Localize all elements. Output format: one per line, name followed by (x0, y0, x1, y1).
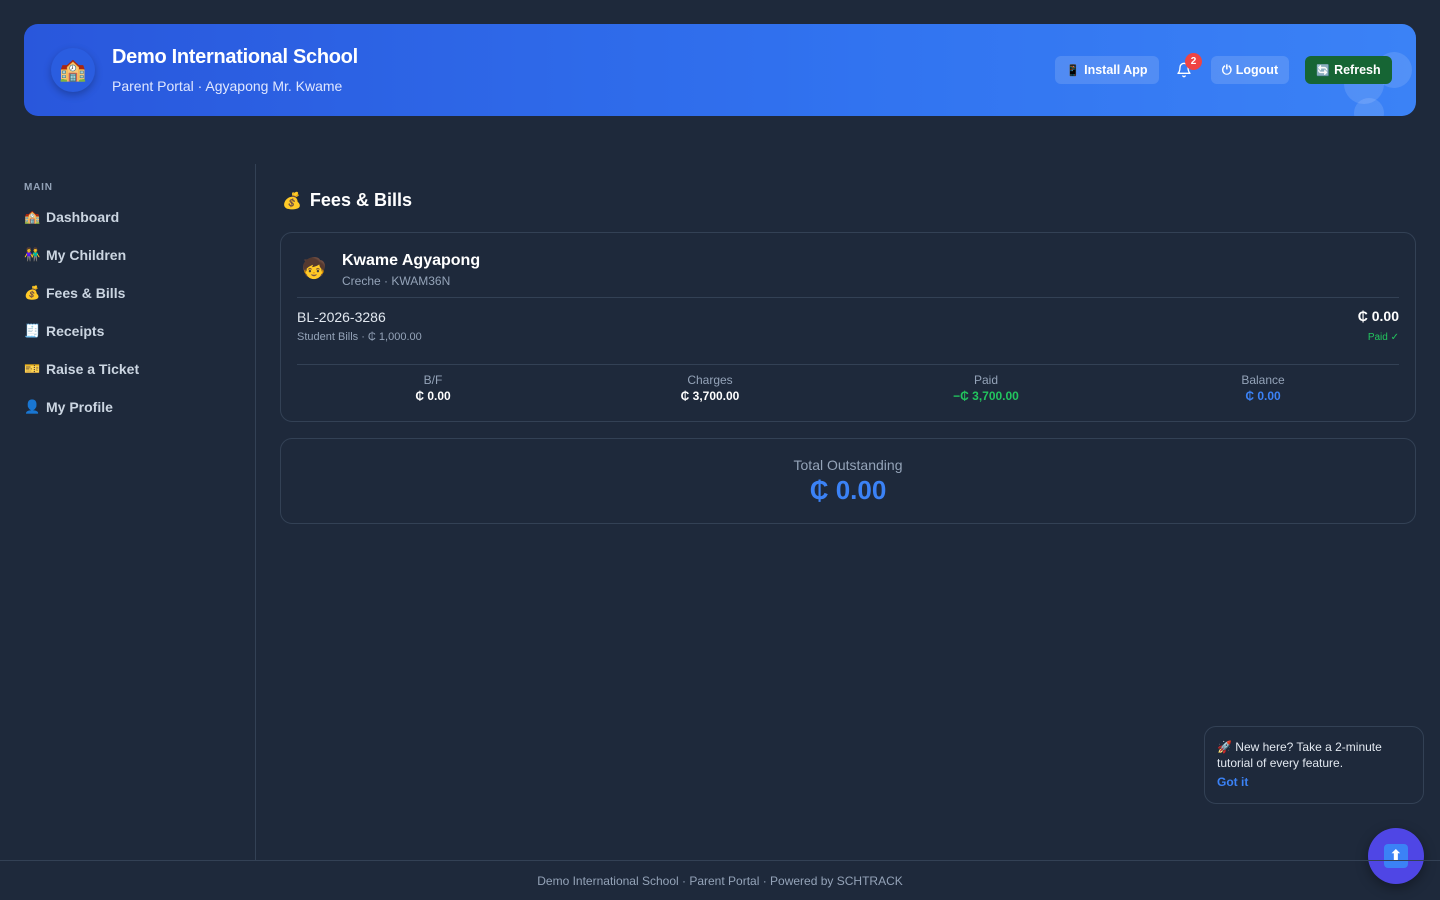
stat-balance: Balance ₵ 0.00 (1125, 373, 1401, 403)
tutorial-toast: 🚀 New here? Take a 2-minute tutorial of … (1204, 726, 1424, 804)
refresh-button[interactable]: 🔄 Refresh (1305, 56, 1392, 84)
got-it-button[interactable]: Got it (1217, 775, 1411, 789)
child-bill-card: 🧒 Kwame Agyapong Creche · KWAM36N BL-202… (280, 232, 1416, 422)
notification-count-badge: 2 (1185, 53, 1202, 70)
divider (297, 364, 1399, 365)
install-app-label: Install App (1084, 63, 1148, 77)
refresh-icon: 🔄 (1316, 64, 1331, 77)
user-icon: 👤 (24, 399, 41, 414)
receipt-icon: 🧾 (24, 323, 41, 338)
sidebar-item-label: Dashboard (46, 209, 120, 225)
school-icon: 🏫 (24, 209, 41, 224)
page-title: 💰 Fees & Bills (282, 190, 412, 211)
stat-bf: B/F ₵ 0.00 (295, 373, 571, 403)
money-bag-icon: 💰 (24, 285, 41, 300)
child-avatar: 🧒 (301, 257, 327, 280)
money-bag-icon: 💰 (282, 192, 302, 210)
total-outstanding-label: Total Outstanding (793, 457, 903, 473)
install-app-button[interactable]: 📱 Install App (1055, 56, 1159, 84)
footer: Demo International School · Parent Porta… (0, 860, 1440, 900)
logout-label: Logout (1235, 63, 1279, 77)
stat-value: −₵ 3,700.00 (953, 389, 1019, 403)
sidebar-item-fees-bills[interactable]: 💰 Fees & Bills (24, 279, 244, 307)
sidebar: MAIN 🏫 Dashboard 👫 My Children 💰 Fees & … (0, 164, 256, 860)
logout-button[interactable]: ⏻ Logout (1211, 56, 1289, 84)
stat-label: Charges (687, 373, 733, 387)
sidebar-item-label: Fees & Bills (46, 285, 126, 301)
stat-charges: Charges ₵ 3,700.00 (572, 373, 848, 403)
child-name: Kwame Agyapong (342, 252, 481, 269)
sidebar-item-raise-ticket[interactable]: 🎫 Raise a Ticket (24, 355, 244, 383)
power-icon: ⏻ (1221, 62, 1232, 77)
divider (297, 297, 1399, 298)
tutorial-toast-text: 🚀 New here? Take a 2-minute tutorial of … (1217, 740, 1382, 770)
page-title-text: Fees & Bills (309, 190, 412, 210)
sidebar-item-label: Receipts (46, 323, 105, 339)
app-header: 🏫 Demo International School Parent Porta… (24, 24, 1416, 116)
school-building-icon: 🏫 (59, 57, 87, 82)
stat-value: ₵ 3,700.00 (680, 389, 740, 403)
school-logo: 🏫 (51, 48, 95, 92)
sidebar-item-my-profile[interactable]: 👤 My Profile (24, 393, 244, 421)
bill-status-badge: Paid ✓ (1367, 332, 1399, 343)
stat-label: B/F (423, 373, 443, 387)
sidebar-item-label: Raise a Ticket (46, 361, 140, 377)
portal-subtitle: Parent Portal · Agyapong Mr. Kwame (112, 78, 343, 94)
total-outstanding-value: ₵ 0.00 (809, 475, 887, 505)
sidebar-item-my-children[interactable]: 👫 My Children (24, 241, 244, 269)
stat-label: Balance (1241, 373, 1285, 387)
sidebar-item-label: My Children (46, 247, 127, 263)
phone-icon: 📱 (1066, 64, 1081, 77)
child-class-code: Creche · KWAM36N (342, 274, 451, 288)
bill-number: BL-2026-3286 (297, 309, 386, 325)
sidebar-section-heading: MAIN (24, 182, 53, 193)
sidebar-item-receipts[interactable]: 🧾 Receipts (24, 317, 244, 345)
decorative-bubble (1354, 98, 1384, 116)
bill-amount: ₵ 0.00 (1357, 308, 1399, 324)
stat-label: Paid (973, 373, 999, 387)
footer-text: Demo International School · Parent Porta… (537, 873, 903, 888)
children-icon: 👫 (24, 247, 41, 262)
sidebar-item-label: My Profile (46, 399, 113, 415)
school-name: Demo International School (112, 46, 358, 68)
stat-value: ₵ 0.00 (1245, 389, 1281, 403)
refresh-label: Refresh (1334, 63, 1381, 77)
sidebar-item-dashboard[interactable]: 🏫 Dashboard (24, 203, 244, 231)
total-outstanding-card: Total Outstanding ₵ 0.00 (280, 438, 1416, 524)
bill-description: Student Bills · ₵ 1,000.00 (297, 331, 422, 343)
ticket-icon: 🎫 (24, 361, 41, 376)
stat-value: ₵ 0.00 (415, 389, 451, 403)
stat-paid: Paid −₵ 3,700.00 (848, 373, 1124, 403)
